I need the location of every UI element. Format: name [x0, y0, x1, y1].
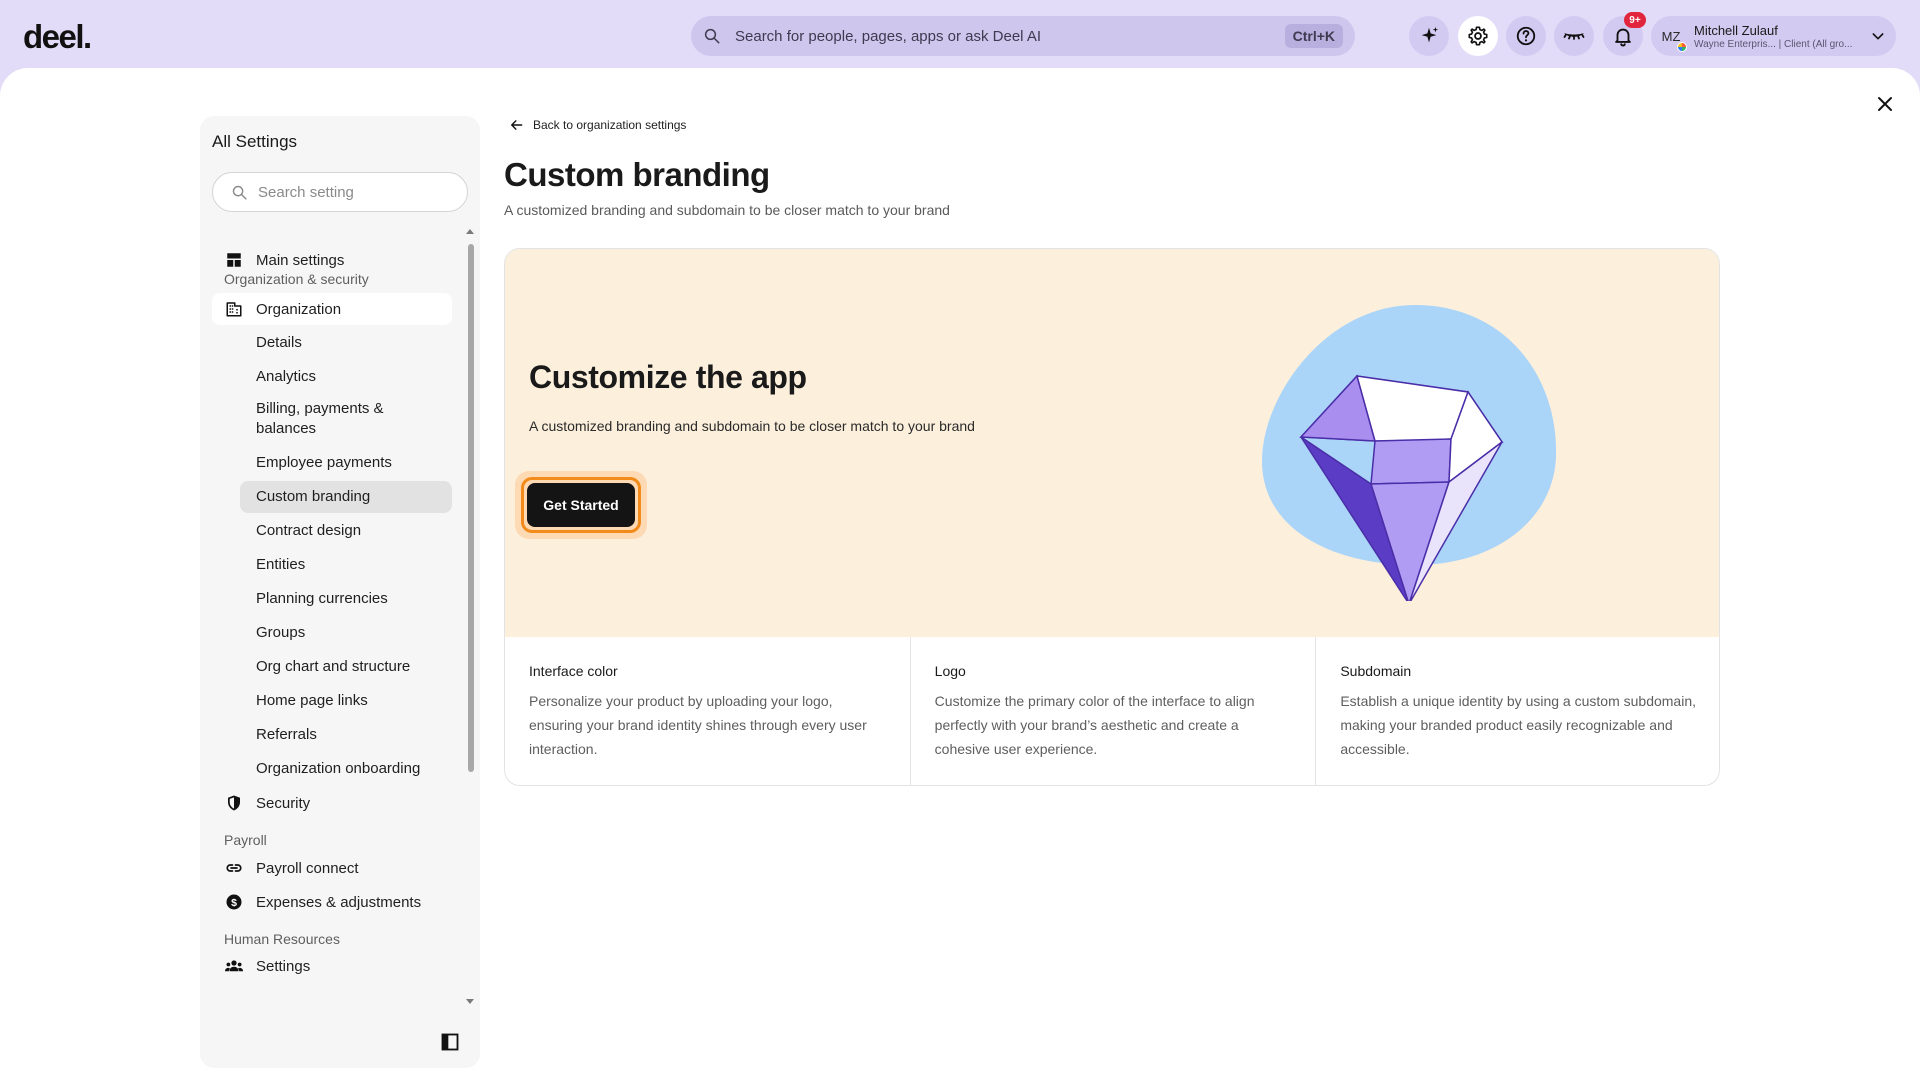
sidebar-title: All Settings — [212, 132, 298, 151]
dashboard-icon — [227, 253, 241, 267]
sidebar-subitem-analytics[interactable]: Analytics — [240, 361, 452, 393]
user-menu[interactable]: MZ Mitchell Zulauf Wayne Enterpris... | … — [1651, 16, 1896, 56]
sidebar-search[interactable] — [212, 172, 468, 212]
back-link-label: Back to organization settings — [533, 118, 687, 132]
search-shortcut-badge: Ctrl+K — [1284, 24, 1343, 48]
settings-sidebar: All Settings Main settings Organizati — [200, 116, 480, 1068]
settings-panel: All Settings Main settings Organizati — [0, 68, 1920, 1080]
bell-icon — [1615, 28, 1631, 47]
building-icon — [226, 302, 242, 317]
sidebar-subitem-referrals[interactable]: Referrals — [240, 719, 452, 751]
close-icon — [1878, 97, 1892, 111]
user-org-subtitle: Wayne Enterpris... | Client (All gro... — [1694, 38, 1853, 50]
get-started-outline: Get Started — [521, 477, 641, 533]
sidebar-toggle-icon — [441, 1033, 459, 1051]
people-icon — [225, 960, 243, 972]
feature-title: Subdomain — [1340, 663, 1412, 679]
help-icon — [1516, 26, 1536, 46]
sidebar-subitem-billing[interactable]: Billing, payments & balances — [240, 395, 420, 443]
sidebar-item-security[interactable]: Security — [212, 787, 452, 819]
sidebar-item-label: Organization — [256, 300, 342, 318]
sidebar-subitem-custom-branding[interactable]: Custom branding — [240, 481, 452, 513]
sidebar-subitem-groups[interactable]: Groups — [240, 617, 452, 649]
sidebar-subitem-employee-payments[interactable]: Employee payments — [240, 447, 452, 479]
feature-title: Interface color — [529, 663, 618, 679]
feature-description: Establish a unique identity by using a c… — [1340, 693, 1696, 757]
feature-title: Logo — [934, 663, 966, 679]
hero-title: Customize the app — [529, 359, 807, 395]
section-heading-payroll: Payroll — [224, 832, 267, 848]
settings-button[interactable] — [1458, 16, 1498, 56]
section-heading-org-security: Organization & security — [224, 271, 369, 287]
section-heading-hr: Human Resources — [224, 931, 340, 947]
global-search[interactable]: Search for people, pages, apps or ask De… — [691, 16, 1355, 56]
notification-count-badge: 9+ — [1624, 12, 1646, 28]
close-button[interactable] — [1871, 90, 1899, 118]
link-icon — [226, 864, 242, 872]
arrow-left-icon — [511, 120, 523, 130]
diamond-illustration — [1262, 305, 1557, 601]
scroll-down-arrow[interactable] — [466, 999, 474, 1004]
top-bar: deel. Search for people, pages, apps or … — [0, 0, 1920, 72]
ai-sparkle-icon — [1421, 26, 1439, 43]
ai-button[interactable] — [1409, 16, 1449, 56]
deel-logo[interactable]: deel. — [23, 18, 92, 56]
hero-subtitle: A customized branding and subdomain to b… — [529, 418, 975, 434]
feature-subdomain: Subdomain Establish a unique identity by… — [1316, 637, 1719, 785]
sidebar-search-input[interactable] — [258, 183, 448, 201]
avatar: MZ — [1655, 20, 1687, 52]
sidebar-item-label: Settings — [256, 957, 311, 975]
feature-list: Interface color Personalize your product… — [505, 637, 1719, 785]
search-icon — [232, 185, 247, 200]
sidebar-subitem-organization-onboarding[interactable]: Organization onboarding — [240, 753, 452, 785]
sidebar-item-hr-settings[interactable]: Settings — [212, 950, 452, 982]
scroll-up-arrow[interactable] — [466, 229, 474, 234]
branding-card: Customize the app A customized branding … — [504, 248, 1720, 786]
sidebar-item-organization[interactable]: Organization — [212, 293, 452, 325]
sidebar-subitem-home-page-links[interactable]: Home page links — [240, 685, 452, 717]
sidebar-item-label: Security — [256, 794, 311, 812]
sidebar-subitem-contract-design[interactable]: Contract design — [240, 515, 452, 547]
sidebar-item-label: Payroll connect — [256, 859, 359, 877]
sidebar-scrollbar[interactable] — [468, 244, 474, 772]
sidebar-item-label: Main settings — [256, 251, 345, 269]
back-to-org-settings-link[interactable]: Back to organization settings — [510, 118, 686, 132]
user-name: Mitchell Zulauf — [1694, 22, 1778, 38]
shield-icon — [228, 795, 240, 811]
sidebar-subitem-planning-currencies[interactable]: Planning currencies — [240, 583, 452, 615]
feature-logo: Logo Customize the primary color of the … — [911, 637, 1317, 785]
privacy-toggle-button[interactable] — [1554, 16, 1594, 56]
gear-icon — [1468, 26, 1488, 46]
svg-text:$: $ — [231, 897, 237, 909]
dollar-circle-icon: $ — [226, 894, 242, 910]
closed-eye-icon — [1563, 33, 1585, 40]
get-started-button[interactable]: Get Started — [527, 483, 635, 527]
sidebar-item-expenses[interactable]: $ Expenses & adjustments — [212, 886, 452, 918]
collapse-sidebar-button[interactable] — [440, 1032, 460, 1052]
sidebar-subitem-details[interactable]: Details — [240, 327, 452, 359]
avatar-initials: MZ — [1661, 28, 1681, 44]
sidebar-item-label: Expenses & adjustments — [256, 893, 422, 911]
org-logo-badge — [1677, 42, 1687, 52]
feature-description: Customize the primary color of the inter… — [934, 693, 1255, 757]
feature-description: Personalize your product by uploading yo… — [529, 693, 867, 757]
global-search-placeholder: Search for people, pages, apps or ask De… — [735, 27, 1042, 45]
page-title: Custom branding — [504, 156, 770, 193]
get-started-focus-ring: Get Started — [515, 471, 647, 539]
feature-interface-color: Interface color Personalize your product… — [505, 637, 911, 785]
help-button[interactable] — [1506, 16, 1546, 56]
search-icon — [704, 28, 720, 44]
branding-hero: Customize the app A customized branding … — [505, 249, 1719, 637]
sidebar-subitem-entities[interactable]: Entities — [240, 549, 452, 581]
sidebar-item-payroll-connect[interactable]: Payroll connect — [212, 852, 452, 884]
page-subtitle: A customized branding and subdomain to b… — [504, 202, 950, 218]
sidebar-subitem-org-chart[interactable]: Org chart and structure — [240, 651, 452, 683]
chevron-down-icon — [1872, 33, 1884, 40]
